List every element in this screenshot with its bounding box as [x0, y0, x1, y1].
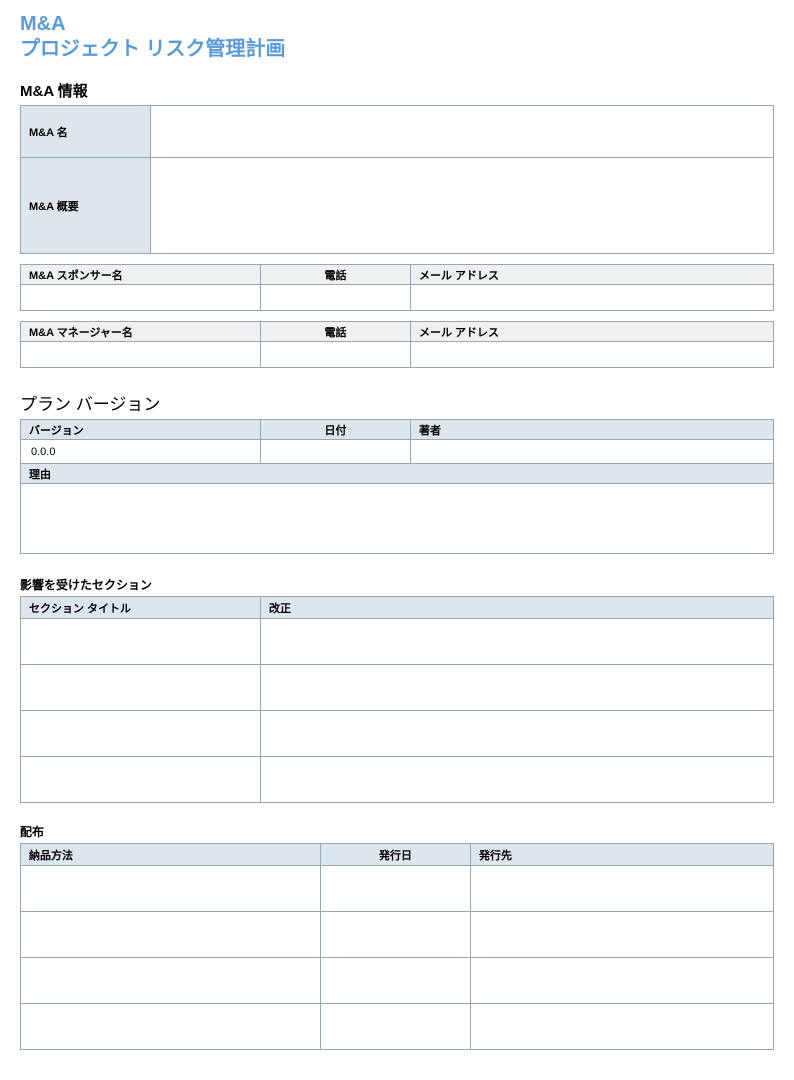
sponsor-phone-value[interactable]: [261, 285, 411, 311]
reason-header: 理由: [21, 464, 774, 484]
version-table: バージョン 日付 著者 0.0.0 理由: [20, 419, 774, 554]
dist-date-cell[interactable]: [321, 958, 471, 1004]
dist-to-cell[interactable]: [471, 866, 774, 912]
version-heading: プラン バージョン: [20, 390, 774, 415]
dist-to-cell[interactable]: [471, 1004, 774, 1050]
affected-heading: 影響を受けたセクション: [20, 576, 774, 593]
dist-table: 納品方法 発行日 発行先: [20, 843, 774, 1050]
affected-title-cell[interactable]: [21, 711, 261, 757]
dist-method-cell[interactable]: [21, 866, 321, 912]
dist-method-cell[interactable]: [21, 912, 321, 958]
version-date-value[interactable]: [261, 440, 411, 464]
dist-method-cell[interactable]: [21, 1004, 321, 1050]
affected-title-cell[interactable]: [21, 619, 261, 665]
affected-table: セクション タイトル 改正: [20, 596, 774, 803]
info-table: M&A 名 M&A 概要: [20, 105, 774, 254]
affected-rev-cell[interactable]: [261, 619, 774, 665]
affected-rev-cell[interactable]: [261, 757, 774, 803]
doc-title-line2: プロジェクト リスク管理計画: [20, 36, 774, 62]
dist-to-cell[interactable]: [471, 912, 774, 958]
affected-title-cell[interactable]: [21, 757, 261, 803]
info-name-value[interactable]: [151, 106, 774, 158]
affected-rev-header: 改正: [261, 597, 774, 619]
sponsor-name-header: M&A スポンサー名: [21, 265, 261, 285]
manager-phone-header: 電話: [261, 322, 411, 342]
sponsor-name-value[interactable]: [21, 285, 261, 311]
dist-date-cell[interactable]: [321, 866, 471, 912]
affected-rev-cell[interactable]: [261, 711, 774, 757]
table-row: [21, 1004, 774, 1050]
version-author-value[interactable]: [411, 440, 774, 464]
dist-date-header: 発行日: [321, 844, 471, 866]
table-row: [21, 757, 774, 803]
sponsor-phone-header: 電話: [261, 265, 411, 285]
dist-method-header: 納品方法: [21, 844, 321, 866]
reason-value[interactable]: [21, 484, 774, 554]
affected-title-header: セクション タイトル: [21, 597, 261, 619]
manager-name-header: M&A マネージャー名: [21, 322, 261, 342]
doc-title-line1: M&A: [20, 12, 774, 36]
dist-method-cell[interactable]: [21, 958, 321, 1004]
sponsor-table: M&A スポンサー名 電話 メール アドレス: [20, 264, 774, 311]
table-row: [21, 912, 774, 958]
info-heading: M&A 情報: [20, 80, 774, 101]
affected-title-cell[interactable]: [21, 665, 261, 711]
manager-name-value[interactable]: [21, 342, 261, 368]
version-value[interactable]: 0.0.0: [21, 440, 261, 464]
dist-to-header: 発行先: [471, 844, 774, 866]
sponsor-email-header: メール アドレス: [411, 265, 774, 285]
manager-table: M&A マネージャー名 電話 メール アドレス: [20, 321, 774, 368]
version-date-header: 日付: [261, 420, 411, 440]
table-row: [21, 665, 774, 711]
table-row: [21, 619, 774, 665]
manager-email-value[interactable]: [411, 342, 774, 368]
table-row: [21, 958, 774, 1004]
dist-to-cell[interactable]: [471, 958, 774, 1004]
dist-date-cell[interactable]: [321, 1004, 471, 1050]
affected-rev-cell[interactable]: [261, 665, 774, 711]
manager-email-header: メール アドレス: [411, 322, 774, 342]
dist-date-cell[interactable]: [321, 912, 471, 958]
dist-heading: 配布: [20, 823, 774, 840]
table-row: [21, 711, 774, 757]
manager-phone-value[interactable]: [261, 342, 411, 368]
version-header: バージョン: [21, 420, 261, 440]
info-overview-value[interactable]: [151, 158, 774, 254]
sponsor-email-value[interactable]: [411, 285, 774, 311]
table-row: [21, 866, 774, 912]
info-overview-label: M&A 概要: [21, 158, 151, 254]
info-name-label: M&A 名: [21, 106, 151, 158]
version-author-header: 著者: [411, 420, 774, 440]
